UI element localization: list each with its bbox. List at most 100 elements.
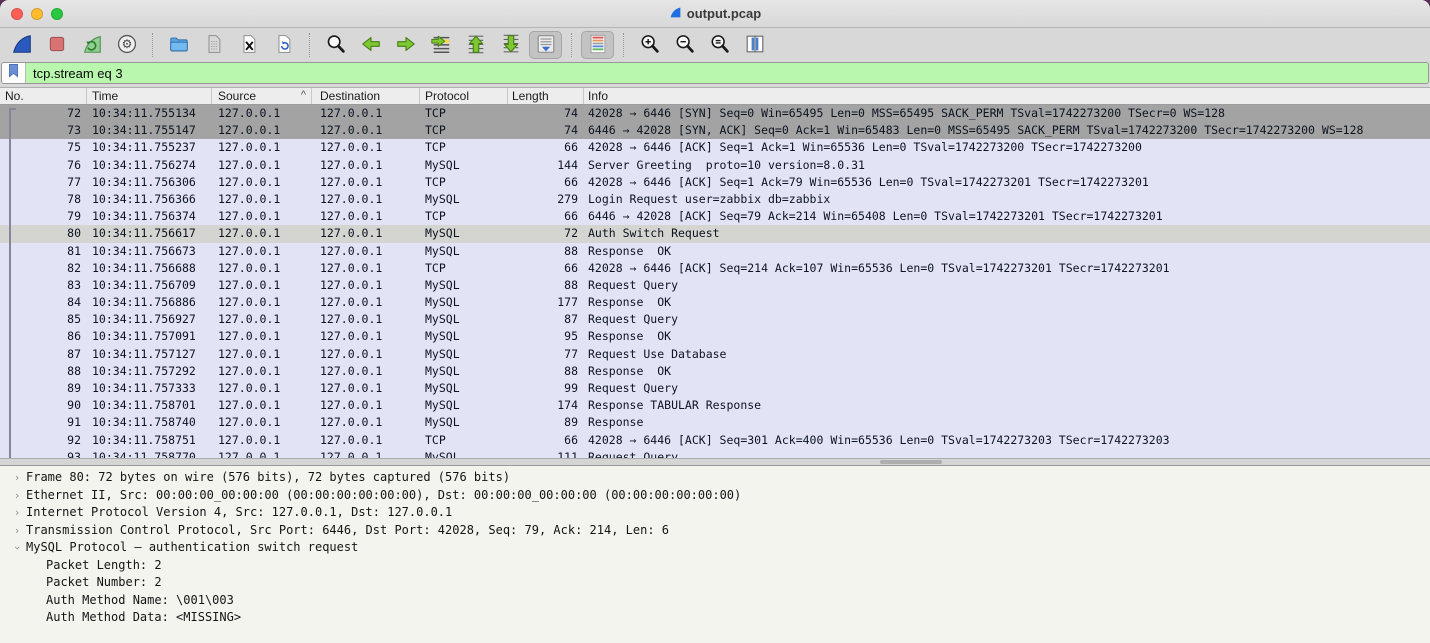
- go-back-button[interactable]: [354, 31, 387, 59]
- table-row[interactable]: 8310:34:11.756709127.0.0.1127.0.0.1MySQL…: [0, 277, 1430, 294]
- arrow-down-line-icon: [500, 33, 522, 58]
- table-row[interactable]: 7310:34:11.755147127.0.0.1127.0.0.1TCP74…: [0, 122, 1430, 139]
- svg-text:⚙: ⚙: [121, 37, 132, 51]
- table-row[interactable]: 7810:34:11.756366127.0.0.1127.0.0.1MySQL…: [0, 191, 1430, 208]
- fullscreen-window-button[interactable]: [51, 8, 63, 20]
- open-file-button[interactable]: [162, 31, 195, 59]
- cell-proto: TCP: [420, 139, 508, 156]
- window-title-text: output.pcap: [687, 6, 761, 21]
- table-row[interactable]: 9110:34:11.758740127.0.0.1127.0.0.1MySQL…: [0, 414, 1430, 431]
- column-header-destination[interactable]: Destination: [312, 88, 420, 104]
- cell-dst: 127.0.0.1: [312, 157, 420, 174]
- close-window-button[interactable]: [11, 8, 23, 20]
- detail-tree-row[interactable]: Packet Length: 2: [0, 557, 1430, 575]
- cell-no: 81: [0, 243, 87, 260]
- chevron-down-icon[interactable]: ›: [8, 539, 26, 557]
- detail-tree-row[interactable]: ›MySQL Protocol — authentication switch …: [0, 539, 1430, 557]
- column-header-protocol[interactable]: Protocol: [420, 88, 508, 104]
- cell-proto: MySQL: [420, 157, 508, 174]
- cell-time: 10:34:11.755134: [87, 105, 212, 122]
- table-row[interactable]: 7510:34:11.755237127.0.0.1127.0.0.1TCP66…: [0, 139, 1430, 156]
- cell-time: 10:34:11.756673: [87, 243, 212, 260]
- table-row[interactable]: 8710:34:11.757127127.0.0.1127.0.0.1MySQL…: [0, 346, 1430, 363]
- capture-options-button[interactable]: ⚙: [110, 31, 143, 59]
- detail-tree-row[interactable]: ›Transmission Control Protocol, Src Port…: [0, 522, 1430, 540]
- filter-bookmark-button[interactable]: [2, 63, 26, 83]
- auto-scroll-button[interactable]: [529, 31, 562, 59]
- table-row[interactable]: 8110:34:11.756673127.0.0.1127.0.0.1MySQL…: [0, 243, 1430, 260]
- table-row[interactable]: 9310:34:11.758770127.0.0.1127.0.0.1MySQL…: [0, 449, 1430, 458]
- chevron-right-icon[interactable]: ›: [8, 487, 26, 505]
- cell-no: 79: [0, 208, 87, 225]
- table-row[interactable]: 7710:34:11.756306127.0.0.1127.0.0.1TCP66…: [0, 174, 1430, 191]
- column-header-info[interactable]: Info: [584, 88, 1430, 104]
- cell-src: 127.0.0.1: [212, 346, 312, 363]
- column-header-time[interactable]: Time: [87, 88, 212, 104]
- column-header-source[interactable]: Source^: [212, 88, 312, 104]
- detail-tree-row[interactable]: ›Internet Protocol Version 4, Src: 127.0…: [0, 504, 1430, 522]
- chevron-right-icon[interactable]: ›: [8, 522, 26, 540]
- table-row[interactable]: 8910:34:11.757333127.0.0.1127.0.0.1MySQL…: [0, 380, 1430, 397]
- zoom-out-button[interactable]: [668, 31, 701, 59]
- cell-len: 87: [508, 311, 584, 328]
- table-row[interactable]: 8410:34:11.756886127.0.0.1127.0.0.1MySQL…: [0, 294, 1430, 311]
- detail-tree-row[interactable]: Auth Method Name: \001\003: [0, 592, 1430, 610]
- pane-splitter[interactable]: [0, 458, 1430, 466]
- column-header-no[interactable]: No.: [0, 88, 87, 104]
- cell-time: 10:34:11.756306: [87, 174, 212, 191]
- table-row[interactable]: 7610:34:11.756274127.0.0.1127.0.0.1MySQL…: [0, 157, 1430, 174]
- wireshark-fin-start-icon: [11, 33, 33, 58]
- display-filter: tcp.stream eq 3: [1, 62, 1429, 84]
- table-row[interactable]: 9210:34:11.758751127.0.0.1127.0.0.1TCP66…: [0, 432, 1430, 449]
- go-to-packet-button[interactable]: [424, 31, 457, 59]
- cell-proto: MySQL: [420, 191, 508, 208]
- table-row[interactable]: 8810:34:11.757292127.0.0.1127.0.0.1MySQL…: [0, 363, 1430, 380]
- magnifier-icon: [325, 33, 347, 58]
- table-row[interactable]: 8210:34:11.756688127.0.0.1127.0.0.1TCP66…: [0, 260, 1430, 277]
- find-packet-button[interactable]: [319, 31, 352, 59]
- resize-columns-button[interactable]: [738, 31, 771, 59]
- column-header-length[interactable]: Length: [508, 88, 584, 104]
- go-forward-button[interactable]: [389, 31, 422, 59]
- reload-file-button[interactable]: [267, 31, 300, 59]
- close-file-button[interactable]: [232, 31, 265, 59]
- horizontal-scrollbar-thumb[interactable]: [880, 460, 942, 464]
- table-row[interactable]: 8510:34:11.756927127.0.0.1127.0.0.1MySQL…: [0, 311, 1430, 328]
- table-row[interactable]: 7210:34:11.755134127.0.0.1127.0.0.1TCP74…: [0, 105, 1430, 122]
- zoom-reset-button[interactable]: [703, 31, 736, 59]
- start-capture-button[interactable]: [5, 31, 38, 59]
- cell-dst: 127.0.0.1: [312, 380, 420, 397]
- restart-capture-button[interactable]: [75, 31, 108, 59]
- colorize-button[interactable]: [581, 31, 614, 59]
- zoom-in-button[interactable]: [633, 31, 666, 59]
- chevron-right-icon[interactable]: ›: [8, 504, 26, 522]
- cell-proto: MySQL: [420, 225, 508, 242]
- detail-tree-row[interactable]: Packet Number: 2: [0, 574, 1430, 592]
- bookmark-icon: [7, 63, 20, 83]
- save-file-button[interactable]: [197, 31, 230, 59]
- cell-no: 82: [0, 260, 87, 277]
- stop-capture-button[interactable]: [40, 31, 73, 59]
- cell-dst: 127.0.0.1: [312, 225, 420, 242]
- cell-src: 127.0.0.1: [212, 380, 312, 397]
- table-row[interactable]: 8010:34:11.756617127.0.0.1127.0.0.1MySQL…: [0, 225, 1430, 242]
- cell-len: 77: [508, 346, 584, 363]
- cell-info: 42028 → 6446 [ACK] Seq=301 Ack=400 Win=6…: [584, 432, 1430, 449]
- minimize-window-button[interactable]: [31, 8, 43, 20]
- chevron-right-icon[interactable]: ›: [8, 469, 26, 487]
- toolbar-separator: [309, 33, 310, 57]
- detail-tree-row[interactable]: ›Frame 80: 72 bytes on wire (576 bits), …: [0, 469, 1430, 487]
- cell-info: Response OK: [584, 243, 1430, 260]
- display-filter-input[interactable]: tcp.stream eq 3: [26, 63, 1428, 83]
- cell-src: 127.0.0.1: [212, 139, 312, 156]
- detail-tree-row[interactable]: Auth Method Data: <MISSING>: [0, 609, 1430, 627]
- go-first-packet-button[interactable]: [459, 31, 492, 59]
- cell-src: 127.0.0.1: [212, 397, 312, 414]
- table-row[interactable]: 8610:34:11.757091127.0.0.1127.0.0.1MySQL…: [0, 328, 1430, 345]
- table-row[interactable]: 7910:34:11.756374127.0.0.1127.0.0.1TCP66…: [0, 208, 1430, 225]
- table-row[interactable]: 9010:34:11.758701127.0.0.1127.0.0.1MySQL…: [0, 397, 1430, 414]
- cell-time: 10:34:11.758751: [87, 432, 212, 449]
- go-last-packet-button[interactable]: [494, 31, 527, 59]
- detail-tree-row[interactable]: ›Ethernet II, Src: 00:00:00_00:00:00 (00…: [0, 487, 1430, 505]
- cell-src: 127.0.0.1: [212, 449, 312, 458]
